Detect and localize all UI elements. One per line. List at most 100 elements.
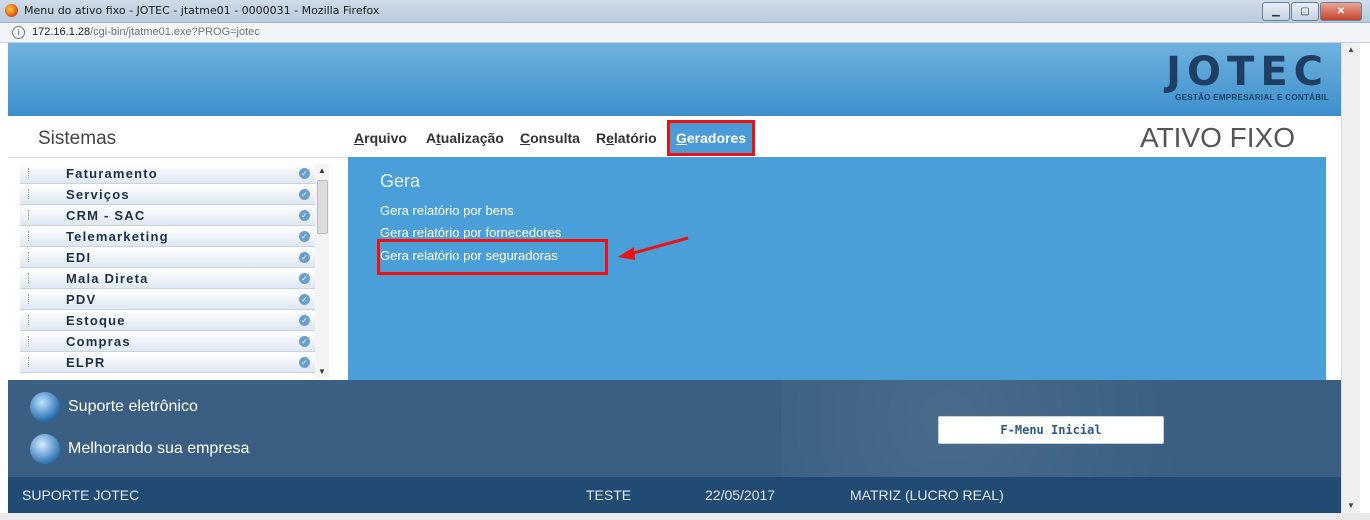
check-icon: ✓	[299, 231, 310, 242]
improve-label: Melhorando sua empresa	[68, 440, 250, 457]
menu-label: ualização	[440, 130, 504, 146]
sidebar-item-label: EDI	[66, 250, 92, 265]
menu-label: latório	[613, 130, 657, 146]
sidebar-item-label: Estoque	[66, 313, 126, 328]
support-label: Suporte eletrônico	[68, 398, 198, 415]
window-controls: ▁ ▢ ✕	[1261, 2, 1362, 21]
sidebar-item-elpr[interactable]: ELPR ✓	[20, 353, 317, 373]
page-scroll-down-icon[interactable]: ▼	[1347, 501, 1355, 510]
grip-icon	[28, 357, 31, 367]
section-title: Gera	[380, 171, 421, 191]
menu-label: onsulta	[530, 130, 580, 146]
highlight-box	[377, 239, 608, 275]
page-scroll-up-icon[interactable]: ▲	[1347, 45, 1355, 54]
menu-mnemonic: e	[606, 130, 614, 146]
menu-arquivo[interactable]: Arquivo	[354, 130, 407, 146]
f-menu-inicial-button[interactable]: F-Menu Inicial	[938, 416, 1164, 444]
check-icon: ✓	[299, 294, 310, 305]
sidebar-item-label: Faturamento	[66, 166, 158, 181]
main-menubar: Arquivo Atualização Consulta Relatório G…	[348, 117, 1328, 157]
header-band: JOTEC GESTÃO EMPRESARIAL E CONTÁBIL	[8, 43, 1341, 116]
submenu-panel: Gera Gera relatório por bens Gera relató…	[348, 157, 1326, 380]
address-text[interactable]: 172.16.1.28/cgi-bin/jtatme01.exe?PROG=jo…	[32, 26, 260, 38]
window-title: Menu do ativo fixo - JOTEC - jtatme01 - …	[24, 4, 380, 17]
sidebar-item-crm-sac[interactable]: CRM - SAC ✓	[20, 206, 317, 226]
menu-geradores[interactable]: Geradores	[667, 120, 756, 156]
check-icon: ✓	[299, 336, 310, 347]
sidebar-item-label: CRM - SAC	[66, 208, 146, 223]
sidebar-item-estoque[interactable]: Estoque ✓	[20, 311, 317, 331]
menu-atualizacao[interactable]: Atualização	[426, 130, 504, 146]
minimize-button[interactable]: ▁	[1262, 2, 1290, 21]
jotec-logo: JOTEC GESTÃO EMPRESARIAL E CONTÁBIL	[1166, 51, 1329, 102]
grip-icon	[28, 168, 31, 178]
grip-icon	[28, 336, 31, 346]
grip-icon	[28, 231, 31, 241]
menu-label: R	[596, 130, 607, 146]
sidebar-item-telemarketing[interactable]: Telemarketing ✓	[20, 227, 317, 247]
sidebar-item-label: PDV	[66, 292, 97, 307]
status-company: MATRIZ (LUCRO REAL)	[850, 487, 1004, 503]
grip-icon	[28, 252, 31, 262]
link-gera-relatorio-bens[interactable]: Gera relatório por bens	[380, 203, 514, 218]
systems-list: Faturamento ✓ Serviços ✓ CRM - SAC ✓ Telema…	[8, 158, 340, 380]
sidebar-item-servicos[interactable]: Serviços ✓	[20, 185, 317, 205]
status-bar: SUPORTE JOTEC TESTE 22/05/2017 MATRIZ (L…	[8, 477, 1341, 513]
sidebar-item-label: ELPR	[66, 355, 106, 370]
menu-mnemonic: C	[520, 130, 531, 146]
check-icon: ✓	[299, 357, 310, 368]
menu-mnemonic: G	[676, 130, 687, 146]
sidebar-item-edi[interactable]: EDI ✓	[20, 248, 317, 268]
sidebar-item-label: Serviços	[66, 187, 130, 202]
grip-icon	[28, 210, 31, 220]
info-icon[interactable]: i	[12, 26, 25, 39]
page-scrollbar[interactable]: ▲ ▼	[1341, 43, 1360, 513]
status-user: TESTE	[586, 487, 632, 503]
menu-relatorio[interactable]: Relatório	[596, 130, 657, 146]
sidebar-item-label: Mala Direta	[66, 271, 149, 286]
sidebar-item-mala-direta[interactable]: Mala Direta ✓	[20, 269, 317, 289]
grip-icon	[28, 315, 31, 325]
firefox-icon	[5, 4, 18, 17]
url-host: 172.16.1.28	[32, 26, 91, 38]
sidebar-item-pdv[interactable]: PDV ✓	[20, 290, 317, 310]
menu-label: A	[426, 130, 437, 146]
url-path: /cgi-bin/jtatme01.exe?PROG=jotec	[90, 26, 260, 38]
sidebar-item-faturamento[interactable]: Faturamento ✓	[20, 164, 317, 184]
menu-consulta[interactable]: Consulta	[520, 130, 580, 146]
scroll-down-icon[interactable]: ▼	[318, 367, 326, 376]
logo-name: JOTEC	[1166, 49, 1329, 95]
check-icon: ✓	[299, 168, 310, 179]
sidebar-item-label: Telemarketing	[66, 229, 169, 244]
improve-link[interactable]: Melhorando sua empresa	[30, 434, 249, 464]
status-support: SUPORTE JOTEC	[22, 487, 140, 503]
sidebar-item-compras[interactable]: Compras ✓	[20, 332, 317, 352]
sidebar-scrollbar[interactable]: ▲ ▼	[315, 164, 329, 378]
window-bottom-edge	[0, 513, 1370, 520]
grip-icon	[28, 189, 31, 199]
window-titlebar: Menu do ativo fixo - JOTEC - jtatme01 - …	[0, 0, 1370, 23]
sidebar-header: Sistemas	[8, 117, 348, 158]
check-icon: ✓	[299, 189, 310, 200]
red-arrow-icon	[618, 236, 689, 260]
scrollbar-thumb[interactable]	[317, 180, 328, 234]
scroll-up-icon[interactable]: ▲	[318, 166, 326, 175]
check-icon: ✓	[299, 210, 310, 221]
close-button[interactable]: ✕	[1320, 2, 1362, 21]
growth-chart-icon	[30, 434, 60, 464]
check-icon: ✓	[299, 252, 310, 263]
check-icon: ✓	[299, 315, 310, 326]
menu-label: eradores	[686, 130, 747, 146]
check-icon: ✓	[299, 273, 310, 284]
link-gera-relatorio-fornecedores[interactable]: Gera relatório por fornecedores	[380, 225, 561, 240]
logo-tagline: GESTÃO EMPRESARIAL E CONTÁBIL	[1175, 93, 1329, 102]
module-title: ATIVO FIXO	[1139, 122, 1295, 153]
maximize-button[interactable]: ▢	[1291, 2, 1319, 21]
help-icon	[30, 392, 60, 422]
support-link[interactable]: Suporte eletrônico	[30, 392, 198, 422]
content-right-edge	[1326, 117, 1341, 387]
footer-panel: Suporte eletrônico Melhorando sua empres…	[8, 380, 1341, 477]
address-bar[interactable]: i 172.16.1.28/cgi-bin/jtatme01.exe?PROG=…	[0, 23, 1370, 43]
grip-icon	[28, 273, 31, 283]
menu-mnemonic: A	[354, 130, 365, 146]
